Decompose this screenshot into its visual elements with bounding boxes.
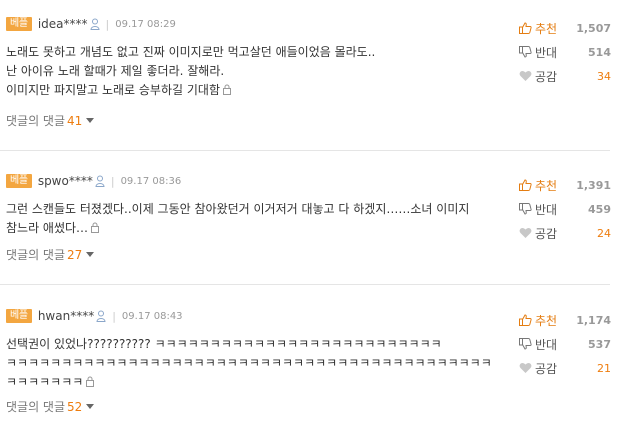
- like-button[interactable]: 공감 34: [519, 64, 611, 88]
- separator: |: [110, 174, 115, 188]
- comment-date: 09.17 08:29: [115, 18, 176, 30]
- oppose-count: 514: [588, 45, 611, 59]
- username[interactable]: idea****: [38, 17, 88, 31]
- recommend-label: 추천: [535, 178, 558, 193]
- like-count: 21: [597, 361, 611, 375]
- reply-label: 댓글의 댓글: [6, 248, 66, 262]
- reply-label: 댓글의 댓글: [6, 114, 66, 128]
- oppose-button[interactable]: 반대 537: [519, 332, 611, 356]
- like-button[interactable]: 공감 24: [519, 221, 611, 245]
- recommend-label: 추천: [535, 313, 558, 328]
- lock-icon: [222, 84, 231, 95]
- like-count: 34: [597, 69, 611, 83]
- comment-header: 베플 idea**** | 09.17 08:29: [6, 16, 176, 32]
- reply-toggle[interactable]: 댓글의 댓글 41: [6, 112, 95, 129]
- comment-line-text: 참느라 애썼다…: [6, 221, 89, 235]
- comment-line: 노래도 못하고 개념도 없고 진짜 이미지로만 먹고살던 애들이었음 몰라도..: [6, 45, 376, 59]
- comment-line: ㅋㅋㅋㅋㅋㅋㅋㅋㅋㅋㅋㅋㅋㅋㅋㅋㅋㅋㅋㅋㅋㅋㅋㅋㅋㅋㅋㅋㅋㅋㅋㅋㅋㅋㅋㅋㅋㅋㅋㅋ…: [6, 356, 492, 370]
- reply-count: 41: [67, 114, 83, 128]
- vote-panel: 추천 1,507 반대 514 공감 34: [519, 16, 611, 88]
- comment-date: 09.17 08:43: [121, 310, 183, 322]
- comment-date: 09.17 08:36: [120, 175, 182, 187]
- comment-body: 노래도 못하고 개념도 없고 진짜 이미지로만 먹고살던 애들이었음 몰라도..…: [6, 43, 511, 100]
- reply-count: 52: [67, 400, 83, 414]
- username[interactable]: spwo****: [38, 174, 93, 188]
- heart-icon: [519, 70, 532, 81]
- oppose-button[interactable]: 반대 514: [519, 40, 611, 64]
- username[interactable]: hwan****: [38, 309, 94, 323]
- comment-item: 베플 hwan**** | 09.17 08:43 선택권이 있었나??????…: [0, 292, 627, 425]
- comment-item: 베플 idea**** | 09.17 08:29 노래도 못하고 개념도 없고…: [0, 0, 627, 145]
- reply-toggle[interactable]: 댓글의 댓글 52: [6, 398, 95, 415]
- thumbs-up-icon: [519, 22, 532, 34]
- person-icon: [89, 18, 100, 30]
- like-label: 공감: [535, 69, 558, 84]
- chevron-down-icon: [86, 252, 95, 257]
- separator: |: [112, 309, 116, 323]
- comment-line-last: 이미지만 파지말고 노래로 승부하길 기대함: [6, 81, 511, 100]
- comment-line-last: ㅋㅋㅋㅋㅋㅋㅋ: [6, 373, 511, 392]
- recommend-label: 추천: [535, 21, 558, 36]
- recommend-button[interactable]: 추천 1,174: [519, 308, 611, 332]
- comment-line: 난 아이유 노래 할때가 제일 좋더라. 잘해라.: [6, 64, 225, 78]
- thumbs-up-icon: [519, 179, 532, 191]
- lock-icon: [91, 222, 100, 233]
- lock-icon: [86, 376, 95, 387]
- vote-panel: 추천 1,174 반대 537 공감 21: [519, 308, 611, 380]
- thumbs-down-icon: [519, 338, 532, 350]
- comment-item: 베플 spwo**** | 09.17 08:36 그런 스캔들도 터졌겠다..…: [0, 157, 627, 277]
- thumbs-down-icon: [519, 203, 532, 215]
- heart-icon: [519, 362, 532, 373]
- comment-body: 선택권이 있었나?????????? ㅋㅋㅋㅋㅋㅋㅋㅋㅋㅋㅋㅋㅋㅋㅋㅋㅋㅋㅋㅋㅋ…: [6, 335, 511, 392]
- reply-count: 27: [67, 248, 83, 262]
- oppose-count: 459: [588, 202, 611, 216]
- recommend-button[interactable]: 추천 1,391: [519, 173, 611, 197]
- vote-panel: 추천 1,391 반대 459 공감 24: [519, 173, 611, 245]
- comment-line: 선택권이 있었나?????????? ㅋㅋㅋㅋㅋㅋㅋㅋㅋㅋㅋㅋㅋㅋㅋㅋㅋㅋㅋㅋㅋ…: [6, 337, 442, 351]
- like-label: 공감: [535, 361, 558, 376]
- like-button[interactable]: 공감 21: [519, 356, 611, 380]
- comment-line: 그런 스캔들도 터졌겠다..이제 그동안 참아왔던거 이거저거 대놓고 다 하겠…: [6, 202, 470, 216]
- thumbs-down-icon: [519, 46, 532, 58]
- like-label: 공감: [535, 226, 558, 241]
- recommend-count: 1,391: [576, 178, 611, 192]
- best-badge: 베플: [6, 309, 32, 323]
- recommend-count: 1,174: [576, 313, 611, 327]
- recommend-count: 1,507: [576, 21, 611, 35]
- oppose-label: 반대: [535, 202, 558, 217]
- chevron-down-icon: [86, 118, 95, 123]
- thumbs-up-icon: [519, 314, 532, 326]
- oppose-count: 537: [588, 337, 611, 351]
- oppose-label: 반대: [535, 45, 558, 60]
- recommend-button[interactable]: 추천 1,507: [519, 16, 611, 40]
- divider: [0, 284, 610, 285]
- comment-line-text: 이미지만 파지말고 노래로 승부하길 기대함: [6, 83, 220, 97]
- reply-toggle[interactable]: 댓글의 댓글 27: [6, 246, 95, 263]
- oppose-label: 반대: [535, 337, 558, 352]
- comment-line-last: 참느라 애썼다…: [6, 219, 511, 238]
- person-icon: [95, 175, 105, 187]
- comment-header: 베플 hwan**** | 09.17 08:43: [6, 308, 183, 324]
- comment-body: 그런 스캔들도 터졌겠다..이제 그동안 참아왔던거 이거저거 대놓고 다 하겠…: [6, 200, 511, 238]
- oppose-button[interactable]: 반대 459: [519, 197, 611, 221]
- divider: [0, 150, 610, 151]
- reply-label: 댓글의 댓글: [6, 400, 66, 414]
- comment-line-text: ㅋㅋㅋㅋㅋㅋㅋ: [6, 375, 84, 389]
- separator: |: [105, 17, 110, 31]
- best-badge: 베플: [6, 17, 32, 31]
- person-icon: [96, 310, 106, 322]
- chevron-down-icon: [86, 404, 95, 409]
- best-badge: 베플: [6, 174, 32, 188]
- heart-icon: [519, 227, 532, 238]
- comment-header: 베플 spwo**** | 09.17 08:36: [6, 173, 181, 189]
- like-count: 24: [597, 226, 611, 240]
